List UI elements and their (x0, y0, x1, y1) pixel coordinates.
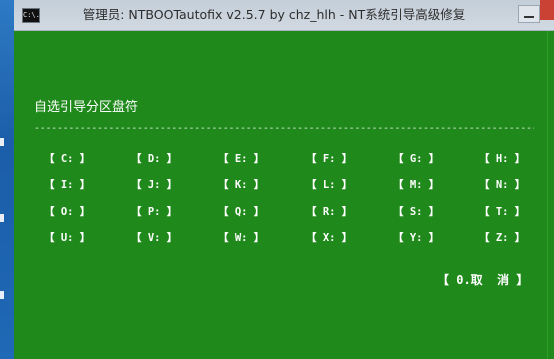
desktop-icon-fragment (0, 214, 4, 222)
vertical-scrollbar[interactable] (547, 31, 554, 359)
drive-option-c[interactable]: 【 C: 】 (44, 151, 98, 167)
drive-option-x[interactable]: 【 X: 】 (306, 230, 360, 246)
drive-option-t[interactable]: 【 T: 】 (479, 204, 533, 220)
close-button[interactable] (540, 0, 554, 20)
drive-option-d[interactable]: 【 D: 】 (131, 151, 185, 167)
title-bar[interactable]: C:\. 管理员: NTBOOTautofix v2.5.7 by chz_hl… (14, 0, 554, 31)
drive-option-l[interactable]: 【 L: 】 (306, 177, 360, 193)
drive-option-e[interactable]: 【 E: 】 (218, 151, 272, 167)
drive-option-k[interactable]: 【 K: 】 (218, 177, 272, 193)
drive-option-p[interactable]: 【 P: 】 (131, 204, 185, 220)
drive-option-q[interactable]: 【 Q: 】 (218, 204, 272, 220)
drive-option-n[interactable]: 【 N: 】 (479, 177, 533, 193)
drive-option-z[interactable]: 【 Z: 】 (479, 230, 533, 246)
desktop-icon-fragment (0, 138, 4, 146)
drive-option-y[interactable]: 【 Y: 】 (393, 230, 447, 246)
desktop-icon-fragment (0, 291, 4, 299)
console-output: 自选引导分区盘符 -------------------------------… (14, 31, 554, 359)
drive-option-w[interactable]: 【 W: 】 (218, 230, 272, 246)
drive-option-r[interactable]: 【 R: 】 (306, 204, 360, 220)
drive-option-u[interactable]: 【 U: 】 (44, 230, 98, 246)
page-heading: 自选引导分区盘符 (34, 100, 139, 115)
drive-option-v[interactable]: 【 V: 】 (131, 230, 185, 246)
drive-option-f[interactable]: 【 F: 】 (306, 151, 360, 167)
window-title: 管理员: NTBOOTautofix v2.5.7 by chz_hlh - N… (82, 7, 466, 22)
minimize-icon[interactable] (518, 5, 540, 23)
window-controls (514, 0, 554, 30)
cancel-option[interactable]: 【 0.取 消 】 (437, 271, 528, 289)
drive-option-m[interactable]: 【 M: 】 (393, 177, 447, 193)
desktop-background-strip (0, 0, 14, 359)
drive-option-s[interactable]: 【 S: 】 (393, 204, 447, 220)
divider-line: ----------------------------------------… (34, 123, 534, 134)
drive-option-o[interactable]: 【 O: 】 (44, 204, 98, 220)
drive-option-j[interactable]: 【 J: 】 (131, 177, 185, 193)
console-window: C:\. 管理员: NTBOOTautofix v2.5.7 by chz_hl… (14, 0, 554, 359)
drive-option-h[interactable]: 【 H: 】 (479, 151, 533, 167)
drive-option-g[interactable]: 【 G: 】 (393, 151, 447, 167)
drive-option-i[interactable]: 【 I: 】 (44, 177, 98, 193)
